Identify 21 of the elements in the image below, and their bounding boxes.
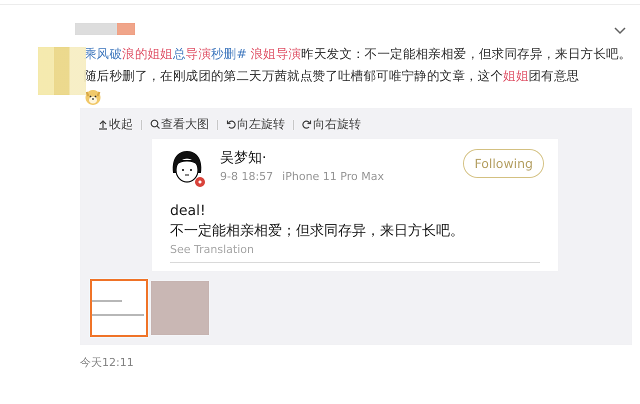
toolbar-button[interactable]: 向右旋转 <box>302 116 361 133</box>
dog-emoji-icon <box>84 88 102 106</box>
post-text: 乘风破浪的姐姐总导演秒删# 浪姐导演昨天发文：不一定能相亲相爱，但求同存异，来日方长吧。随后秒删了，在刚成团的第二天万茜就点赞了吐槽郁可唯宁静的文章，这个姐姐团有意思 <box>84 45 632 85</box>
device-name: iPhone 11 Pro Max <box>282 170 384 183</box>
toolbar-button[interactable]: 收起 <box>98 116 133 133</box>
screenshot-thumbnail[interactable] <box>90 279 148 337</box>
search-icon <box>150 119 160 130</box>
chevron-down-icon[interactable] <box>614 27 626 35</box>
post-line: 不一定能相亲相爱；但求同存异，来日方长吧。 <box>170 222 465 241</box>
post-line: deal! <box>170 202 207 221</box>
blurred-username <box>75 23 135 35</box>
toolbar-button[interactable]: 向左旋转 <box>226 116 285 133</box>
cartoon-avatar-icon <box>170 149 208 189</box>
post-time: 今天12:11 <box>80 355 135 370</box>
rotate-right-icon <box>302 119 312 130</box>
author-name: 吴梦知· <box>220 149 268 167</box>
blurred-avatar <box>38 47 86 95</box>
rotate-left-icon <box>226 119 236 130</box>
post-date: 9-8 18:57 <box>220 170 274 183</box>
upload-icon <box>98 119 108 130</box>
toolbar-button[interactable]: 查看大图 <box>150 116 209 133</box>
